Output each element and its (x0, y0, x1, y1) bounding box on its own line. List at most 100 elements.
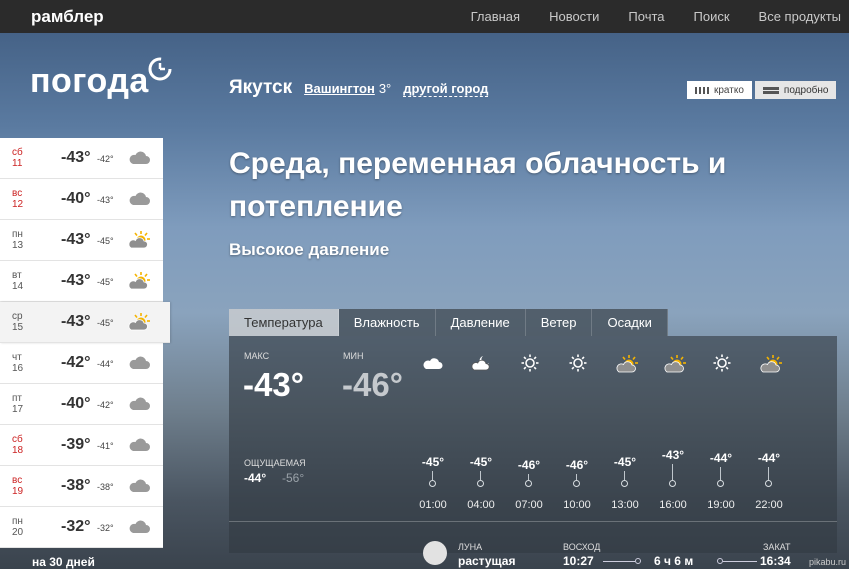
day-weekday: вс (12, 475, 23, 486)
partly-sunny-icon (759, 354, 782, 373)
day-date: 20 (12, 527, 24, 538)
day-min-temp: -32° (97, 523, 114, 533)
min-label: МИН (343, 351, 364, 361)
day-min-temp: -45° (97, 277, 114, 287)
sun-icon (567, 354, 589, 372)
view-detailed-button[interactable]: подробно (754, 81, 837, 99)
partly-sunny-icon (615, 354, 638, 373)
hour-dot (717, 480, 724, 487)
day-name: ср 15 (12, 311, 23, 333)
hour-column: -45° 04:00 (457, 336, 505, 516)
detail-tabs: Температура Влажность Давление Ветер Оса… (229, 309, 837, 336)
day-weekday: сб (12, 434, 23, 445)
day-row[interactable]: вт 14 -43° -45° (0, 261, 163, 302)
tab-wind[interactable]: Ветер (525, 309, 593, 336)
day-max-temp: -43° (61, 272, 91, 289)
rambler-logo[interactable]: рамблер (31, 7, 104, 27)
hour-time: 01:00 (419, 499, 447, 511)
other-city-link[interactable]: другой город (403, 81, 489, 97)
day-date: 13 (12, 240, 24, 251)
month-forecast-link[interactable]: на 30 дней (32, 555, 95, 569)
hour-dot (525, 480, 532, 487)
hour-stem (624, 470, 625, 480)
day-row[interactable]: пн 13 -43° -45° (0, 220, 163, 261)
cloud-icon (127, 476, 151, 496)
day-row[interactable]: ср 15 -43° -45° (0, 302, 170, 343)
hour-time: 07:00 (515, 499, 543, 511)
view-detailed-label: подробно (783, 84, 829, 96)
day-row[interactable]: пн 20 -32° -32° (0, 507, 163, 548)
day-date: 15 (12, 322, 24, 333)
cloud-icon (127, 394, 151, 414)
hour-temp: -46° (565, 458, 589, 472)
cloud-icon (127, 435, 151, 455)
view-short-button[interactable]: кратко (687, 81, 752, 99)
hour-temp: -44° (709, 451, 733, 466)
day-row[interactable]: сб 18 -39° -41° (0, 425, 163, 466)
hour-stem (432, 470, 433, 480)
tab-temperature[interactable]: Температура (229, 309, 339, 336)
day-row[interactable]: пт 17 -40° -42° (0, 384, 163, 425)
view-toggle: кратко подробно (687, 81, 837, 99)
day-name: пн 13 (12, 229, 23, 251)
day-max-temp: -32° (61, 518, 91, 535)
tab-precipitation[interactable]: Осадки (592, 309, 668, 336)
feels-min: -56° (282, 471, 305, 485)
moon-cloud-icon (471, 354, 493, 372)
nav-all-products[interactable]: Все продукты (759, 9, 841, 24)
day-weekday: вт (12, 270, 22, 281)
day-max-temp: -40° (61, 395, 91, 412)
pogoda-logo[interactable]: погода (30, 62, 149, 101)
hour-temp: -45° (469, 454, 493, 469)
day-weekday: ср (12, 311, 23, 322)
forecast-headline: Среда, переменная облачность и потеплени… (229, 147, 727, 223)
day-row[interactable]: вс 19 -38° -38° (0, 466, 163, 507)
day-max-temp: -43° (61, 149, 91, 166)
day-name: вс 12 (12, 188, 23, 210)
nav-news[interactable]: Новости (549, 9, 599, 24)
day-min-temp: -38° (97, 482, 114, 492)
cloud-icon (127, 517, 151, 537)
hour-stem (720, 467, 721, 480)
sunrise-dot (635, 558, 641, 564)
day-row[interactable]: вс 12 -40° -43° (0, 179, 163, 220)
tab-humidity[interactable]: Влажность (338, 309, 436, 336)
day-min-temp: -42° (97, 154, 114, 164)
day-name: вс 19 (12, 475, 23, 497)
day-min-temp: -45° (97, 318, 114, 328)
hour-temp: -45° (613, 454, 637, 469)
hour-column: -44° 22:00 (745, 336, 793, 516)
hour-column: -45° 01:00 (409, 336, 457, 516)
hourly-forecast: -45° 01:00 -45° 04:00 -46° 07:00 -46° 10:00 -45°… (409, 336, 829, 516)
day-weekday: вс (12, 188, 23, 199)
alt-city-link[interactable]: Вашингтон (304, 81, 375, 96)
nav-search[interactable]: Поиск (694, 9, 730, 24)
day-name: сб 11 (12, 147, 23, 169)
day-row[interactable]: сб 11 -43° -42° (0, 138, 163, 179)
day-min-temp: -43° (97, 195, 114, 205)
pressure-note: Высокое давление (229, 240, 390, 259)
hour-stem (672, 464, 673, 480)
day-length: 6 ч 6 м (654, 554, 694, 568)
weather-clock-icon (148, 57, 172, 81)
hour-time: 10:00 (563, 499, 591, 511)
day-date: 14 (12, 281, 24, 292)
day-name: чт 16 (12, 352, 23, 374)
cloud-night-icon (423, 354, 445, 372)
tab-pressure[interactable]: Давление (435, 309, 526, 336)
day-date: 17 (12, 404, 24, 415)
lines-icon (762, 86, 779, 94)
hour-stem (768, 467, 769, 480)
cloud-icon (127, 353, 151, 373)
sun-icon (519, 354, 541, 372)
hour-column: -46° 10:00 (553, 336, 601, 516)
hour-temp: -44° (757, 451, 781, 466)
nav-mail[interactable]: Почта (628, 9, 664, 24)
day-row[interactable]: чт 16 -42° -44° (0, 343, 163, 384)
sunrise-label: ВОСХОД (563, 542, 601, 552)
watermark: pikabu.ru (808, 557, 846, 567)
temperature-box: МАКС -43° МИН -46° ОЩУЩАЕМАЯ -44° -56° -… (229, 336, 837, 568)
day-date: 18 (12, 445, 24, 456)
nav-home[interactable]: Главная (471, 9, 520, 24)
hour-time: 19:00 (707, 499, 735, 511)
